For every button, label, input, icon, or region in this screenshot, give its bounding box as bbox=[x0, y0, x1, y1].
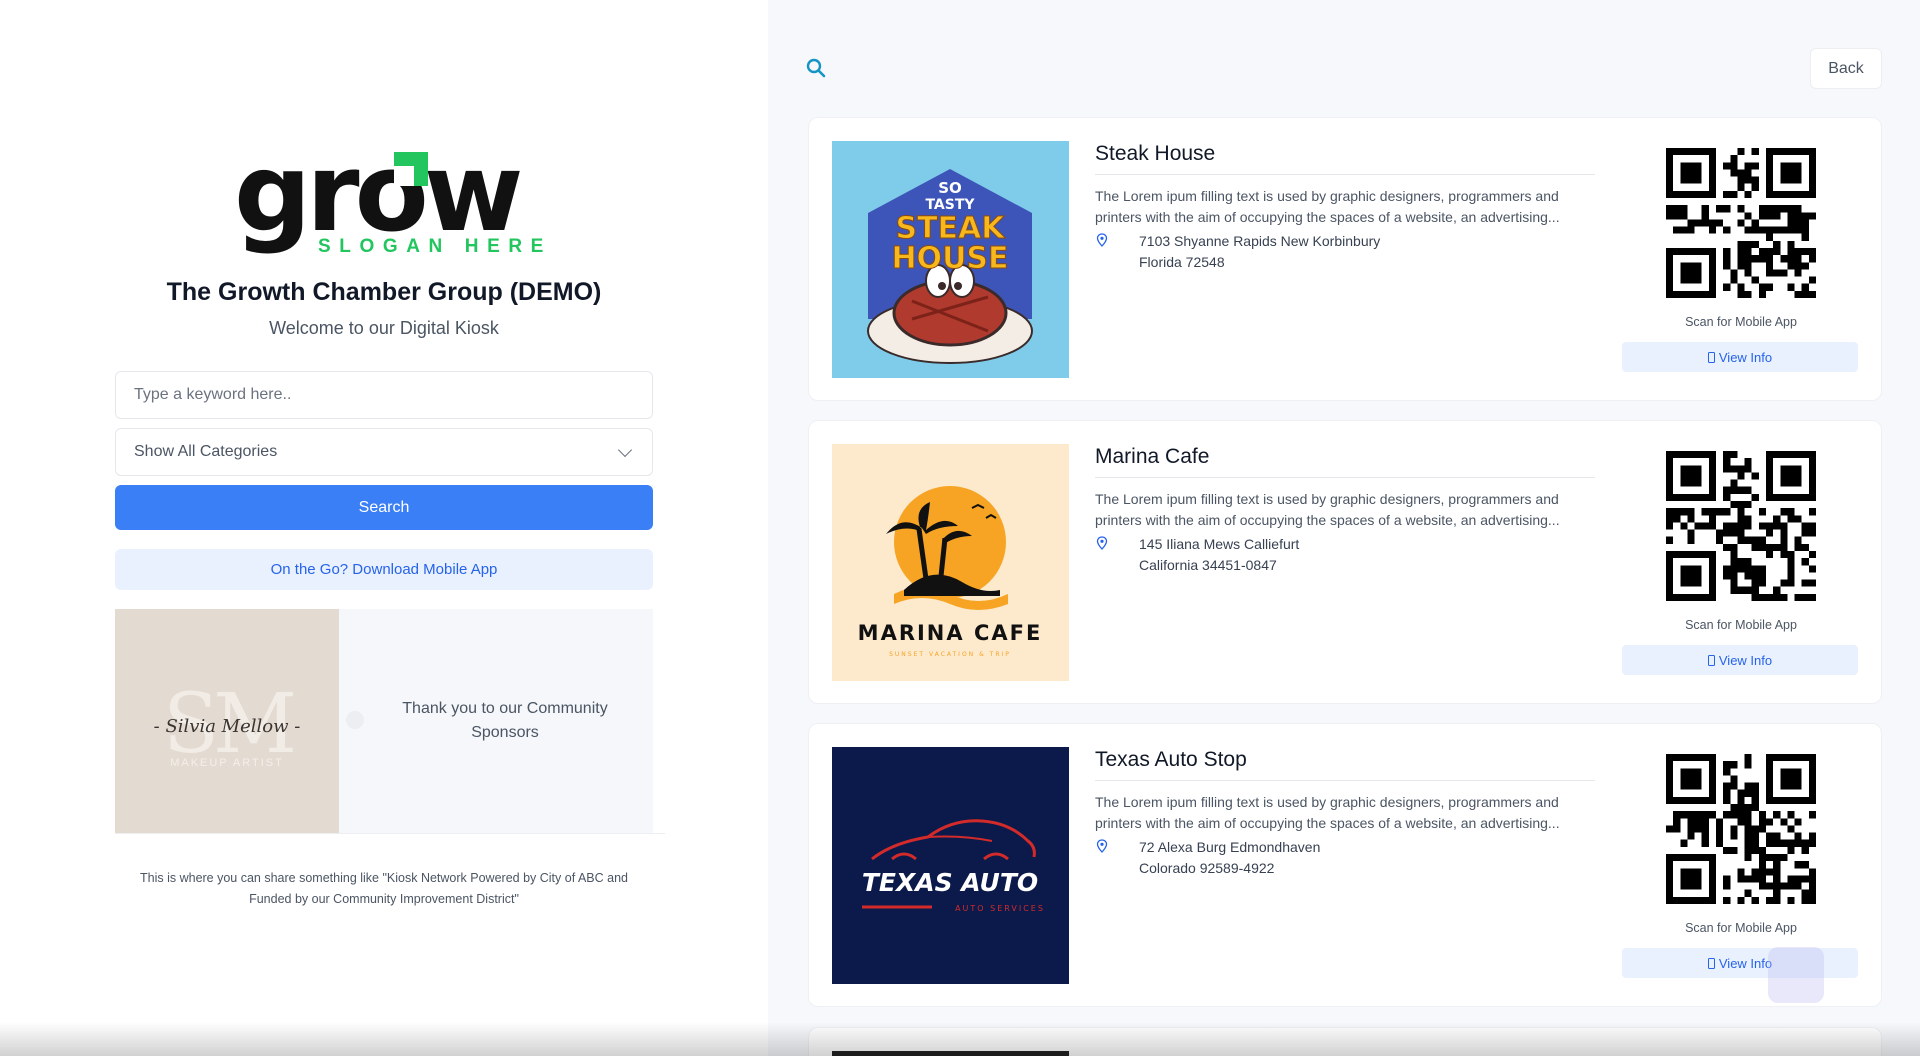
listing-description: The Lorem ipum filling text is used by g… bbox=[1095, 794, 1560, 831]
listing-logo[interactable] bbox=[832, 1051, 1069, 1056]
texas-logo-name: TEXAS AUTO bbox=[862, 868, 1038, 897]
category-select[interactable]: Show All Categories bbox=[115, 428, 653, 476]
listing-logo-marina-cafe[interactable]: MARINA CAFE SUNSET VACATION & TRIP bbox=[832, 444, 1069, 681]
kiosk-sidebar: grow SLOGAN HERE The Growth Chamber Grou… bbox=[0, 0, 768, 1056]
chevron-down-icon bbox=[617, 442, 633, 457]
divider bbox=[115, 833, 665, 834]
marina-cafe-logo: MARINA CAFE SUNSET VACATION & TRIP bbox=[832, 444, 1069, 681]
floating-action-button[interactable] bbox=[1768, 947, 1824, 1003]
welcome-subtitle: Welcome to our Digital Kiosk bbox=[269, 318, 499, 338]
qr-code[interactable] bbox=[1666, 754, 1816, 904]
view-info-label: View Info bbox=[1718, 349, 1773, 365]
steak-logo-main2: HOUSE bbox=[891, 241, 1008, 276]
steak-house-logo: SO TASTY STEAK HOUSE bbox=[832, 141, 1069, 378]
listing-description: The Lorem ipum filling text is used by g… bbox=[1095, 491, 1560, 528]
address-line-2: Florida 72548 bbox=[1139, 254, 1225, 270]
listing-card[interactable] bbox=[808, 1027, 1882, 1056]
mobile-phone-icon bbox=[1707, 654, 1715, 666]
address-line-1: 72 Alexa Burg Edmondhaven bbox=[1139, 839, 1321, 855]
search-icon[interactable] bbox=[806, 58, 826, 78]
view-info-button[interactable]: View Info bbox=[1622, 342, 1858, 372]
view-info-label: View Info bbox=[1718, 955, 1773, 971]
keyword-search-input[interactable] bbox=[115, 371, 653, 419]
carousel-dot[interactable] bbox=[346, 711, 364, 729]
map-pin-icon bbox=[1096, 233, 1108, 247]
mobile-phone-icon bbox=[1707, 351, 1715, 363]
steak-logo-top: SO bbox=[938, 179, 962, 197]
listing-address: 7103 Shyanne Rapids New Korbinbury Flori… bbox=[1139, 231, 1380, 273]
back-button[interactable]: Back bbox=[1810, 48, 1882, 89]
qr-caption: Scan for Mobile App bbox=[1685, 618, 1797, 632]
mobile-phone-icon bbox=[1707, 957, 1715, 969]
qr-caption: Scan for Mobile App bbox=[1685, 315, 1797, 329]
listing-address: 72 Alexa Burg Edmondhaven Colorado 92589… bbox=[1139, 837, 1320, 879]
marina-logo-name: MARINA CAFE bbox=[858, 621, 1043, 645]
address-line-1: 7103 Shyanne Rapids New Korbinbury bbox=[1139, 233, 1381, 249]
sponsor-logo[interactable]: SM - Silvia Mellow - MAKEUP ARTIST bbox=[115, 609, 339, 833]
qr-code[interactable] bbox=[1666, 148, 1816, 298]
listing-card[interactable]: SO TASTY STEAK HOUSE Steak House The Lor… bbox=[808, 117, 1882, 401]
search-button[interactable]: Search bbox=[115, 485, 653, 530]
texas-logo-tagline: AUTO SERVICES bbox=[955, 904, 1045, 913]
footer-note: This is where you can share something li… bbox=[140, 871, 628, 906]
address-line-1: 145 Iliana Mews Calliefurt bbox=[1139, 536, 1300, 552]
address-line-2: Colorado 92589-4922 bbox=[1139, 860, 1275, 876]
download-mobile-app-button[interactable]: On the Go? Download Mobile App bbox=[115, 549, 653, 590]
listing-logo-steak-house[interactable]: SO TASTY STEAK HOUSE bbox=[832, 141, 1069, 378]
qr-caption: Scan for Mobile App bbox=[1685, 921, 1797, 935]
listing-title[interactable]: Marina Cafe bbox=[1095, 445, 1595, 478]
logo-wordmark: grow bbox=[234, 131, 524, 256]
listing-title[interactable]: Texas Auto Stop bbox=[1095, 748, 1595, 781]
listing-card[interactable]: TEXAS AUTO AUTO SERVICES Texas Auto Stop… bbox=[808, 723, 1882, 1007]
sponsor-thanks-text: Thank you to our Community Sponsors bbox=[402, 700, 608, 741]
listing-card[interactable]: MARINA CAFE SUNSET VACATION & TRIP Marin… bbox=[808, 420, 1882, 704]
logo-slogan: SLOGAN HERE bbox=[318, 236, 552, 257]
listing-description: The Lorem ipum filling text is used by g… bbox=[1095, 188, 1560, 225]
texas-auto-logo: TEXAS AUTO AUTO SERVICES bbox=[832, 747, 1069, 984]
organization-title: The Growth Chamber Group (DEMO) bbox=[166, 278, 602, 306]
map-pin-icon bbox=[1096, 536, 1108, 550]
sponsor-banner: SM - Silvia Mellow - MAKEUP ARTIST Thank… bbox=[115, 609, 653, 833]
listing-address: 145 Iliana Mews Calliefurt California 34… bbox=[1139, 534, 1299, 576]
sponsor-logo-subtitle: MAKEUP ARTIST bbox=[170, 757, 284, 769]
category-select-value: Show All Categories bbox=[134, 443, 278, 460]
address-line-2: California 34451-0847 bbox=[1139, 557, 1277, 573]
listing-title[interactable]: Steak House bbox=[1095, 142, 1595, 175]
sponsor-logo-script: - Silvia Mellow - bbox=[153, 716, 301, 737]
marina-logo-tagline: SUNSET VACATION & TRIP bbox=[889, 651, 1011, 658]
listing-logo-texas-auto[interactable]: TEXAS AUTO AUTO SERVICES bbox=[832, 747, 1069, 984]
listing-panel: Back SO TASTY STEAK HOUSE Steak House Th… bbox=[768, 0, 1920, 1056]
qr-code[interactable] bbox=[1666, 451, 1816, 601]
view-info-button[interactable]: View Info bbox=[1622, 645, 1858, 675]
map-pin-icon bbox=[1096, 839, 1108, 853]
grow-logo: grow SLOGAN HERE bbox=[234, 140, 543, 258]
view-info-label: View Info bbox=[1718, 652, 1773, 668]
